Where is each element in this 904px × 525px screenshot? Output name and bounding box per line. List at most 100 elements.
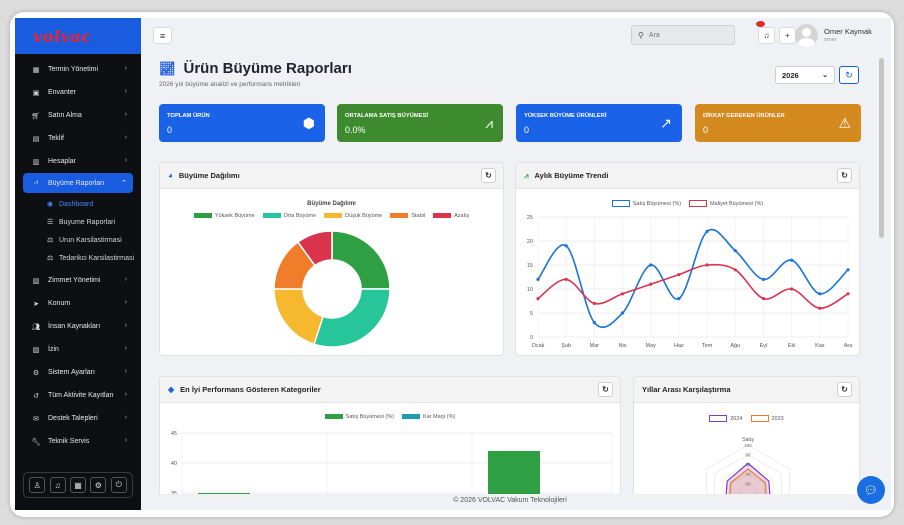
legend-item[interactable]: Düşük Büyüme	[324, 213, 382, 219]
refresh-button[interactable]: ↻	[837, 168, 852, 183]
data-point[interactable]	[705, 263, 709, 267]
data-point[interactable]	[818, 306, 822, 310]
sidebar-item-11[interactable]: ↺ Tüm Aktivite Kayıtları ›	[15, 384, 141, 407]
refresh-button[interactable]: ↻	[598, 382, 613, 397]
x-tick-label: Haz	[674, 343, 684, 349]
data-point[interactable]	[733, 268, 737, 272]
user-role: omer	[824, 37, 837, 43]
legend-label: Düşük Büyüme	[345, 213, 383, 219]
bell-icon[interactable]: ♫	[49, 477, 66, 493]
gear-icon[interactable]: ⚙	[90, 477, 107, 493]
search-icon: ⚲	[638, 30, 644, 40]
legend-item[interactable]: Yüksek Büyüme	[193, 213, 255, 219]
sidebar-item-5[interactable]: ⩘ Büyüme Raporları ⌃	[23, 173, 133, 193]
donut-slice[interactable]	[313, 288, 391, 348]
year-select[interactable]: 2026 ⌄	[775, 66, 835, 84]
legend-item[interactable]: Kar Marjı (%)	[401, 414, 455, 420]
notification-button[interactable]: ♫	[758, 27, 775, 44]
sidebar-item-4[interactable]: ▥ Hesaplar ›	[15, 150, 141, 173]
data-point[interactable]	[761, 297, 766, 301]
sidebar-item-label: Tüm Aktivite Kayıtları	[48, 392, 114, 399]
brand-logo[interactable]: volvac	[15, 18, 141, 54]
power-icon[interactable]: ⏻	[110, 477, 127, 493]
sidebar-submenu: ◉ Dashboard ☰ Buyume Raporlari ⚖ Urun Karsila…	[15, 193, 141, 269]
location-arrow-icon: ➤	[33, 300, 39, 308]
data-point[interactable]	[564, 277, 568, 281]
refresh-button[interactable]: ↻	[481, 168, 496, 183]
data-point[interactable]	[790, 287, 794, 291]
user-name[interactable]: Omer Kaymak	[824, 27, 872, 36]
data-point[interactable]	[846, 292, 850, 296]
sidebar-item-0[interactable]: ▦ Termin Yönetimi ›	[15, 58, 141, 81]
data-point[interactable]	[592, 321, 596, 325]
submenu-item-0[interactable]: ◉ Dashboard	[15, 195, 141, 213]
history-icon: ↺	[33, 392, 39, 400]
sidebar-item-10[interactable]: ⚙ Sistem Ayarları ›	[15, 361, 141, 384]
legend-item[interactable]: 2023	[750, 415, 784, 422]
data-point[interactable]	[846, 268, 850, 272]
box-icon: ▣	[32, 89, 40, 97]
data-point[interactable]	[705, 229, 709, 233]
menu-toggle-button[interactable]: ≡	[153, 27, 172, 44]
data-point[interactable]	[790, 258, 794, 262]
data-point[interactable]	[620, 292, 625, 296]
sidebar-item-2[interactable]: 🛒︎ Satın Alma ›	[15, 104, 141, 127]
chart-legend: 2024 2023	[634, 415, 859, 422]
sidebar-item-3[interactable]: ▤ Teklif ›	[15, 127, 141, 150]
sidebar-item-8[interactable]: 👥︎ İnsan Kaynakları ›	[15, 315, 141, 338]
chevron-right-icon: ›	[124, 111, 127, 118]
data-point[interactable]	[592, 301, 596, 305]
avatar[interactable]	[795, 24, 818, 47]
refresh-icon: ↻	[841, 385, 848, 394]
data-point[interactable]	[564, 244, 568, 248]
clipboard-icon: ▧	[32, 277, 40, 285]
data-point[interactable]	[677, 273, 681, 277]
legend-item[interactable]: Satış Büyümesi (%)	[324, 414, 394, 420]
refresh-icon: ↻	[845, 69, 853, 80]
legend-item[interactable]: Azalış	[433, 213, 469, 219]
data-point[interactable]	[536, 297, 540, 301]
donut-slice[interactable]	[331, 230, 391, 290]
chart-title: Büyüme Dağılımı	[307, 201, 356, 207]
refresh-button[interactable]: ↻	[837, 382, 852, 397]
chart-area-icon: ⩘	[524, 170, 529, 180]
refresh-button[interactable]: ↻	[839, 66, 859, 84]
chart-legend: Satış Büyümesi (%) Kar Marjı (%)	[160, 414, 620, 420]
sidebar-item-1[interactable]: ▣ Envanter ›	[15, 81, 141, 104]
sidebar-item-7[interactable]: ➤ Konum ›	[15, 292, 141, 315]
data-point[interactable]	[733, 249, 737, 253]
add-button[interactable]: +	[779, 27, 796, 44]
sidebar-item-12[interactable]: ✉ Destek Talepleri ›	[15, 407, 141, 430]
data-point[interactable]	[677, 297, 681, 301]
legend-item[interactable]: 2024	[709, 415, 743, 422]
year-select-value: 2026	[782, 70, 799, 80]
chat-button[interactable]: 💬︎	[857, 476, 885, 504]
donut-slice[interactable]	[273, 288, 324, 346]
legend-item[interactable]: Orta Büyüme	[262, 213, 316, 219]
top-categories-card: ◈ En İyi Performans Gösteren Kategoriler ↻…	[159, 376, 621, 510]
calendar-icon[interactable]: ▦	[69, 477, 86, 493]
data-point[interactable]	[818, 292, 822, 296]
submenu-item-1[interactable]: ☰ Buyume Raporlari	[15, 213, 141, 231]
sidebar-item-6[interactable]: ▧ Zimmet Yönetimi ›	[15, 269, 141, 292]
calculator-icon: ▥	[32, 158, 40, 166]
sidebar-item-label: Büyüme Raporları	[48, 179, 105, 187]
radar-tick-label: 90	[745, 453, 751, 458]
scrollbar[interactable]	[879, 58, 884, 238]
data-point[interactable]	[620, 311, 625, 315]
submenu-item-2[interactable]: ⚖ Urun Karsilastirmasi	[15, 231, 141, 249]
submenu-item-3[interactable]: ⚖ Tedarikci Karsilastirmasi	[15, 249, 141, 267]
data-point[interactable]	[761, 277, 766, 281]
data-point[interactable]	[649, 263, 653, 267]
data-point[interactable]	[649, 282, 653, 286]
search-input[interactable]	[648, 31, 729, 39]
sidebar-item-9[interactable]: ▨ İzin ›	[15, 338, 141, 361]
sidebar-item-label: İnsan Kaynakları	[48, 323, 101, 330]
user-icon[interactable]: ♙	[29, 477, 46, 493]
submenu-item-label: Dashboard	[59, 200, 94, 208]
donut-chart	[273, 230, 391, 348]
data-point[interactable]	[536, 277, 540, 281]
page-subtitle: 2026 yılı büyüme analizi ve performans m…	[159, 81, 301, 88]
sidebar-item-13[interactable]: 🔧︎ Teknik Servis ›	[15, 430, 141, 453]
legend-item[interactable]: Stabil	[390, 213, 425, 219]
